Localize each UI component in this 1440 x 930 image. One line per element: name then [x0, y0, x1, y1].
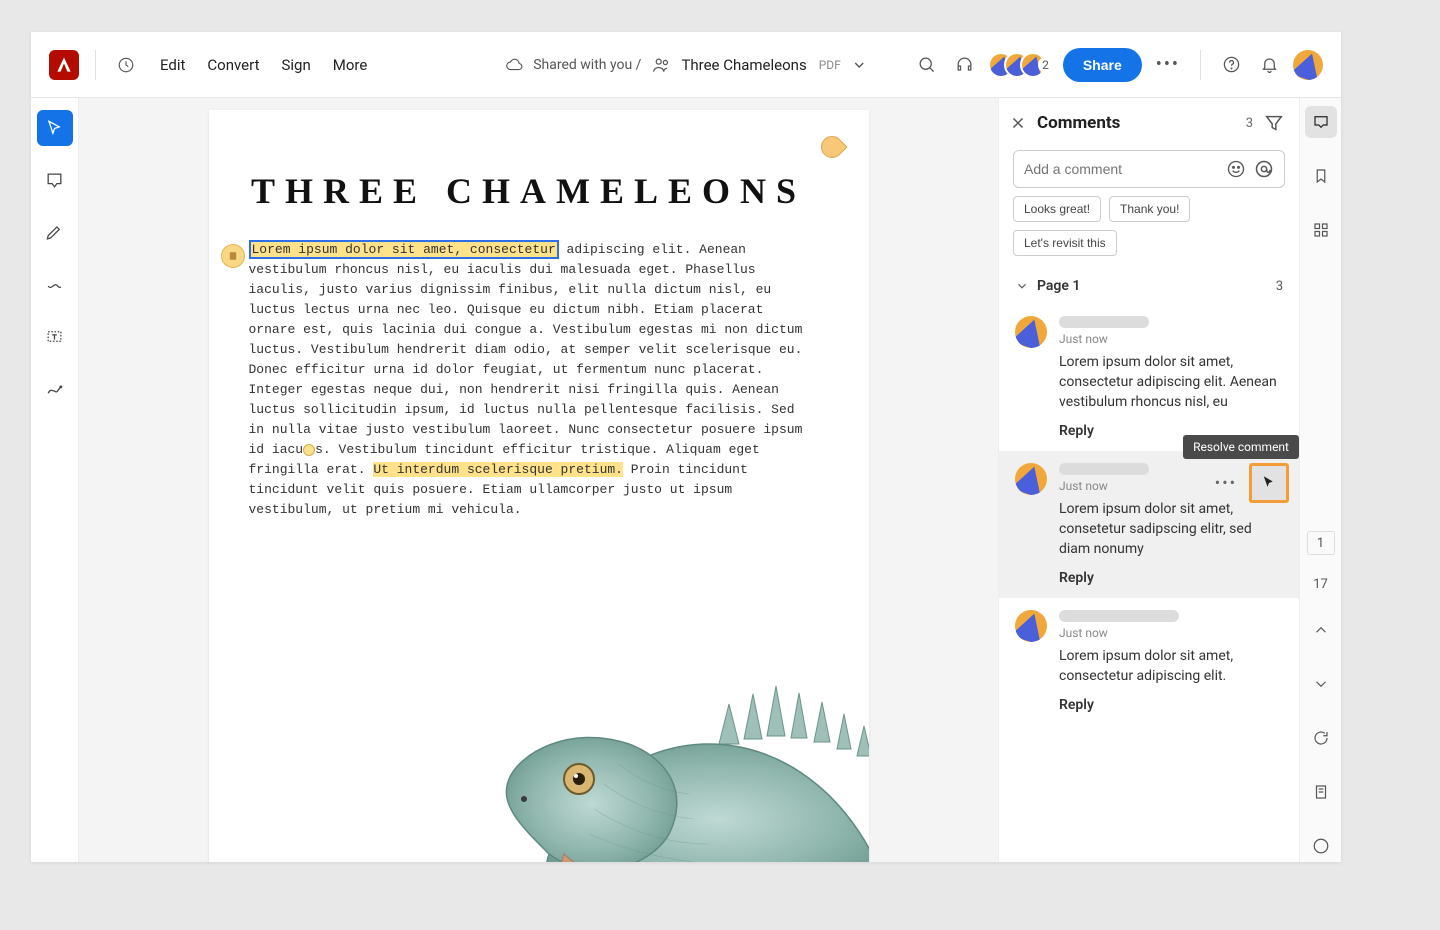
top-menu: Edit Convert Sign More — [160, 56, 367, 74]
quick-replies: Looks great! Thank you! Let's revisit th… — [999, 196, 1299, 268]
comment-time: Just now — [1059, 332, 1283, 346]
fit-page-button[interactable] — [1305, 776, 1337, 808]
page-number-current[interactable]: 1 — [1307, 531, 1335, 555]
doc-heading: THREE CHAMELEONS — [249, 170, 809, 212]
avatar — [1015, 316, 1047, 348]
reply-button[interactable]: Reply — [1059, 423, 1094, 439]
divider — [95, 50, 96, 80]
headphones-icon[interactable] — [950, 51, 978, 79]
thumbnails-rail-button[interactable] — [1305, 214, 1337, 246]
highlight-tool[interactable] — [37, 214, 73, 250]
comment-text: Lorem ipsum dolor sit amet, consectetur … — [1059, 646, 1283, 686]
help-icon[interactable] — [1217, 51, 1245, 79]
zoom-info-button[interactable] — [1305, 830, 1337, 862]
comments-header: Comments 3 — [999, 98, 1299, 142]
close-icon[interactable] — [1009, 114, 1027, 132]
bookmarks-rail-button[interactable] — [1305, 160, 1337, 192]
reply-button[interactable]: Reply — [1059, 570, 1094, 586]
comments-count: 3 — [1246, 116, 1253, 131]
pin-marker[interactable] — [303, 444, 315, 456]
recent-icon[interactable] — [112, 51, 140, 79]
comment-text: Lorem ipsum dolor sit amet, consectetur … — [1059, 352, 1283, 412]
comments-title: Comments — [1037, 113, 1240, 133]
cloud-icon — [505, 56, 523, 74]
more-actions-icon[interactable]: ••• — [1152, 54, 1184, 75]
shared-label: Shared with you / — [533, 57, 641, 73]
menu-convert[interactable]: Convert — [207, 56, 259, 74]
resolve-button[interactable] — [1249, 463, 1289, 503]
signature-tool[interactable] — [37, 370, 73, 406]
page-comment-marker[interactable] — [816, 131, 847, 162]
comment-item[interactable]: Just now Lorem ipsum dolor sit amet, con… — [999, 304, 1299, 451]
article-image — [209, 624, 869, 862]
text-box-tool[interactable] — [37, 318, 73, 354]
page-up-button[interactable] — [1305, 614, 1337, 646]
doc-breadcrumb: Shared with you / Three Chameleons PDF — [505, 55, 867, 75]
menu-edit[interactable]: Edit — [160, 56, 185, 74]
avatar-count: 2 — [1038, 57, 1053, 73]
menu-sign[interactable]: Sign — [282, 56, 311, 74]
draw-tool[interactable] — [37, 266, 73, 302]
reply-button[interactable]: Reply — [1059, 697, 1094, 713]
emoji-icon[interactable] — [1226, 159, 1246, 179]
highlighted-selection[interactable]: Lorem ipsum dolor sit amet, consectetur — [249, 240, 559, 259]
doc-format: PDF — [819, 58, 841, 72]
chevron-down-icon[interactable] — [851, 57, 867, 73]
share-button[interactable]: Share — [1063, 48, 1142, 82]
chevron-down-icon[interactable] — [1015, 279, 1029, 293]
comment-actions: Resolve comment ••• — [1215, 463, 1289, 503]
menu-more[interactable]: More — [333, 56, 368, 74]
app-window: Edit Convert Sign More Shared with you /… — [31, 32, 1341, 862]
comment-time: Just now — [1059, 626, 1283, 640]
author-name-placeholder — [1059, 316, 1149, 328]
comment-item[interactable]: Just now Lorem ipsum dolor sit amet, con… — [999, 598, 1299, 725]
author-name-placeholder — [1059, 463, 1149, 475]
filter-icon[interactable] — [1263, 112, 1285, 134]
body-text-1: adipiscing elit. Aenean vestibulum rhonc… — [249, 242, 803, 457]
account-avatar[interactable] — [1293, 50, 1323, 80]
collaborator-avatars[interactable]: 2 — [988, 52, 1053, 78]
page-section-header[interactable]: Page 1 3 — [999, 268, 1299, 304]
page-number-total: 17 — [1313, 577, 1328, 592]
sticky-note-marker[interactable] — [221, 244, 245, 268]
avatar — [1015, 610, 1047, 642]
quick-reply-1[interactable]: Looks great! — [1013, 196, 1101, 222]
acrobat-logo — [49, 50, 79, 80]
comment-tool[interactable] — [37, 162, 73, 198]
top-bar: Edit Convert Sign More Shared with you /… — [31, 32, 1341, 98]
page-1: THREE CHAMELEONS Lorem ipsum dolor sit a… — [209, 110, 869, 862]
page-down-button[interactable] — [1305, 668, 1337, 700]
add-comment-input[interactable] — [1024, 161, 1218, 177]
avatar — [1015, 463, 1047, 495]
mention-icon[interactable] — [1254, 159, 1274, 179]
add-comment-field[interactable] — [1013, 150, 1285, 188]
notifications-icon[interactable] — [1255, 51, 1283, 79]
section-label: Page 1 — [1037, 278, 1080, 294]
resolve-tooltip: Resolve comment — [1183, 435, 1299, 459]
doc-title: Three Chameleons — [681, 56, 806, 74]
comment-more-icon[interactable]: ••• — [1215, 475, 1237, 491]
highlighted-text[interactable]: Ut interdum scelerisque pretium. — [373, 462, 623, 477]
divider — [1200, 50, 1201, 80]
comment-text: Lorem ipsum dolor sit amet, consetetur s… — [1059, 499, 1283, 559]
comment-item-selected[interactable]: Just now Lorem ipsum dolor sit amet, con… — [999, 451, 1299, 598]
people-icon — [651, 55, 671, 75]
main-area: THREE CHAMELEONS Lorem ipsum dolor sit a… — [31, 98, 1341, 862]
quick-reply-2[interactable]: Thank you! — [1109, 196, 1190, 222]
cursor-icon — [1260, 474, 1278, 492]
select-tool[interactable] — [37, 110, 73, 146]
left-toolbar — [31, 98, 79, 862]
rotate-button[interactable] — [1305, 722, 1337, 754]
section-count: 3 — [1276, 279, 1283, 294]
author-name-placeholder — [1059, 610, 1179, 622]
right-rail: 1 17 — [1299, 98, 1341, 862]
search-icon[interactable] — [912, 51, 940, 79]
comments-rail-button[interactable] — [1305, 106, 1337, 138]
top-right-actions: 2 Share ••• — [912, 48, 1323, 82]
doc-body: Lorem ipsum dolor sit amet, consectetur … — [249, 240, 809, 520]
document-viewport[interactable]: THREE CHAMELEONS Lorem ipsum dolor sit a… — [79, 98, 998, 862]
quick-reply-3[interactable]: Let's revisit this — [1013, 230, 1117, 256]
comments-panel: Comments 3 Looks great! Thank you! Let's… — [998, 98, 1299, 862]
